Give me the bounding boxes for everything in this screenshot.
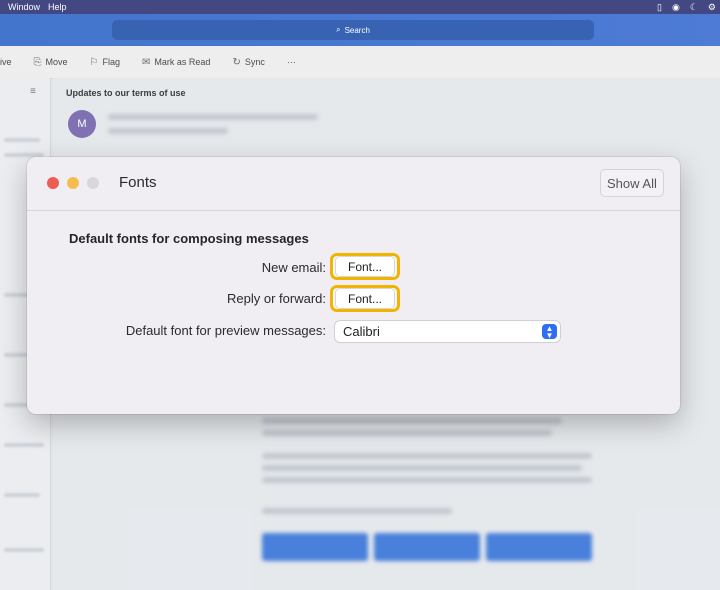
reply-forward-label: Reply or forward: [227, 291, 326, 306]
fonts-dialog: Fonts Show All Default fonts for composi… [27, 157, 680, 414]
show-all-button[interactable]: Show All [600, 169, 664, 197]
preview-font-label: Default font for preview messages: [125, 323, 326, 338]
new-email-font-button-label: Font... [336, 257, 394, 276]
dialog-title: Fonts [119, 174, 157, 191]
dialog-header: Fonts Show All [27, 157, 680, 211]
new-email-font-button[interactable]: Font... [330, 253, 400, 280]
preview-font-select[interactable]: Calibri ▲ ▼ [335, 321, 560, 342]
minimize-window-button[interactable] [67, 177, 79, 189]
reply-forward-font-button[interactable]: Font... [330, 285, 400, 312]
new-email-label: New email: [261, 260, 326, 275]
section-heading: Default fonts for composing messages [69, 231, 309, 246]
reply-forward-font-button-label: Font... [336, 289, 394, 308]
preview-font-value: Calibri [343, 324, 380, 339]
zoom-window-button [87, 177, 99, 189]
chevron-updown-icon: ▲ ▼ [542, 324, 557, 339]
close-window-button[interactable] [47, 177, 59, 189]
